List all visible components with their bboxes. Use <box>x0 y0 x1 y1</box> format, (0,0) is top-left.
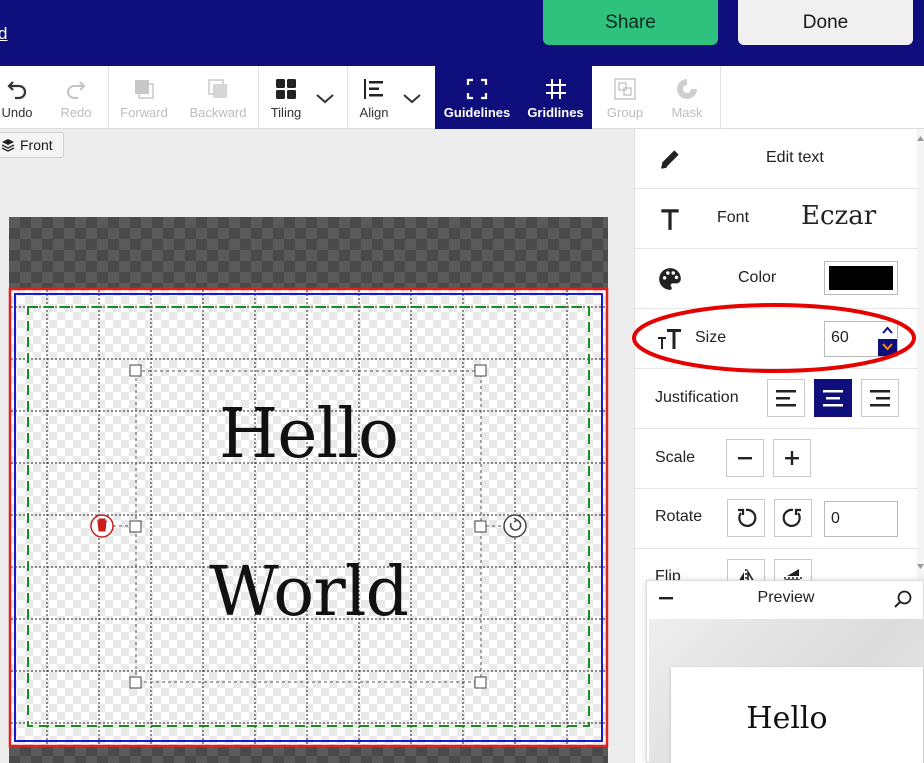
rotate-input[interactable]: 0 <box>824 501 898 537</box>
search-icon[interactable] <box>893 589 913 609</box>
resize-handle[interactable] <box>129 676 142 689</box>
justification-label: Justification <box>655 389 739 406</box>
align-right-icon <box>870 390 890 407</box>
canvas-text-line-1[interactable]: Hello <box>136 395 481 474</box>
preview-title: Preview <box>757 589 815 606</box>
scale-down-button[interactable] <box>726 439 764 477</box>
rotate-label: Rotate <box>655 508 703 525</box>
color-fill <box>829 266 893 290</box>
scroll-down-icon[interactable] <box>917 563 924 571</box>
rotate-left-icon <box>738 508 757 527</box>
edit-text-label: Edit text <box>766 149 824 166</box>
preview-image: Hello <box>649 619 923 763</box>
plus-icon <box>785 451 799 465</box>
rotate-right-icon <box>782 508 801 527</box>
text-icon <box>661 209 679 230</box>
edit-text-row[interactable]: Edit text <box>635 129 919 189</box>
font-row[interactable]: Font Eczar <box>635 189 919 249</box>
delete-icon[interactable] <box>90 514 114 538</box>
resize-handle[interactable] <box>474 520 487 533</box>
align-left-icon <box>776 390 796 407</box>
resize-handle[interactable] <box>474 676 487 689</box>
align-center-button[interactable] <box>814 379 852 417</box>
color-row: Color <box>635 249 919 309</box>
rotate-handle-icon[interactable] <box>503 514 527 538</box>
resize-handle[interactable] <box>129 520 142 533</box>
font-label: Font <box>717 209 750 226</box>
resize-handle[interactable] <box>129 364 142 377</box>
font-value[interactable]: Eczar <box>801 201 876 231</box>
color-label: Color <box>738 269 777 286</box>
justification-row: Justification <box>635 369 919 429</box>
minus-icon <box>738 457 752 460</box>
scale-row: Scale <box>635 429 919 489</box>
rotate-left-button[interactable] <box>727 499 765 537</box>
pencil-icon <box>661 150 679 169</box>
resize-handle[interactable] <box>474 364 487 377</box>
size-row: Size 60 <box>635 309 919 369</box>
rotate-row: Rotate 0 <box>635 489 919 549</box>
size-label: Size <box>695 329 727 346</box>
rotate-right-button[interactable] <box>774 499 812 537</box>
align-center-icon <box>823 390 843 407</box>
preview-window: Preview Hello <box>646 580 924 763</box>
scale-up-button[interactable] <box>773 439 811 477</box>
preview-text: Hello <box>746 701 828 736</box>
palette-icon <box>659 268 681 290</box>
scale-label: Scale <box>655 449 696 466</box>
text-size-icon <box>658 329 681 349</box>
align-left-button[interactable] <box>767 379 805 417</box>
size-stepper[interactable] <box>878 322 897 356</box>
color-swatch[interactable] <box>824 261 898 295</box>
canvas-text-line-2[interactable]: World <box>136 553 481 632</box>
preview-card: Hello <box>671 667 923 763</box>
safety-line <box>27 306 590 727</box>
scroll-up-icon[interactable] <box>917 135 924 143</box>
align-right-button[interactable] <box>861 379 899 417</box>
